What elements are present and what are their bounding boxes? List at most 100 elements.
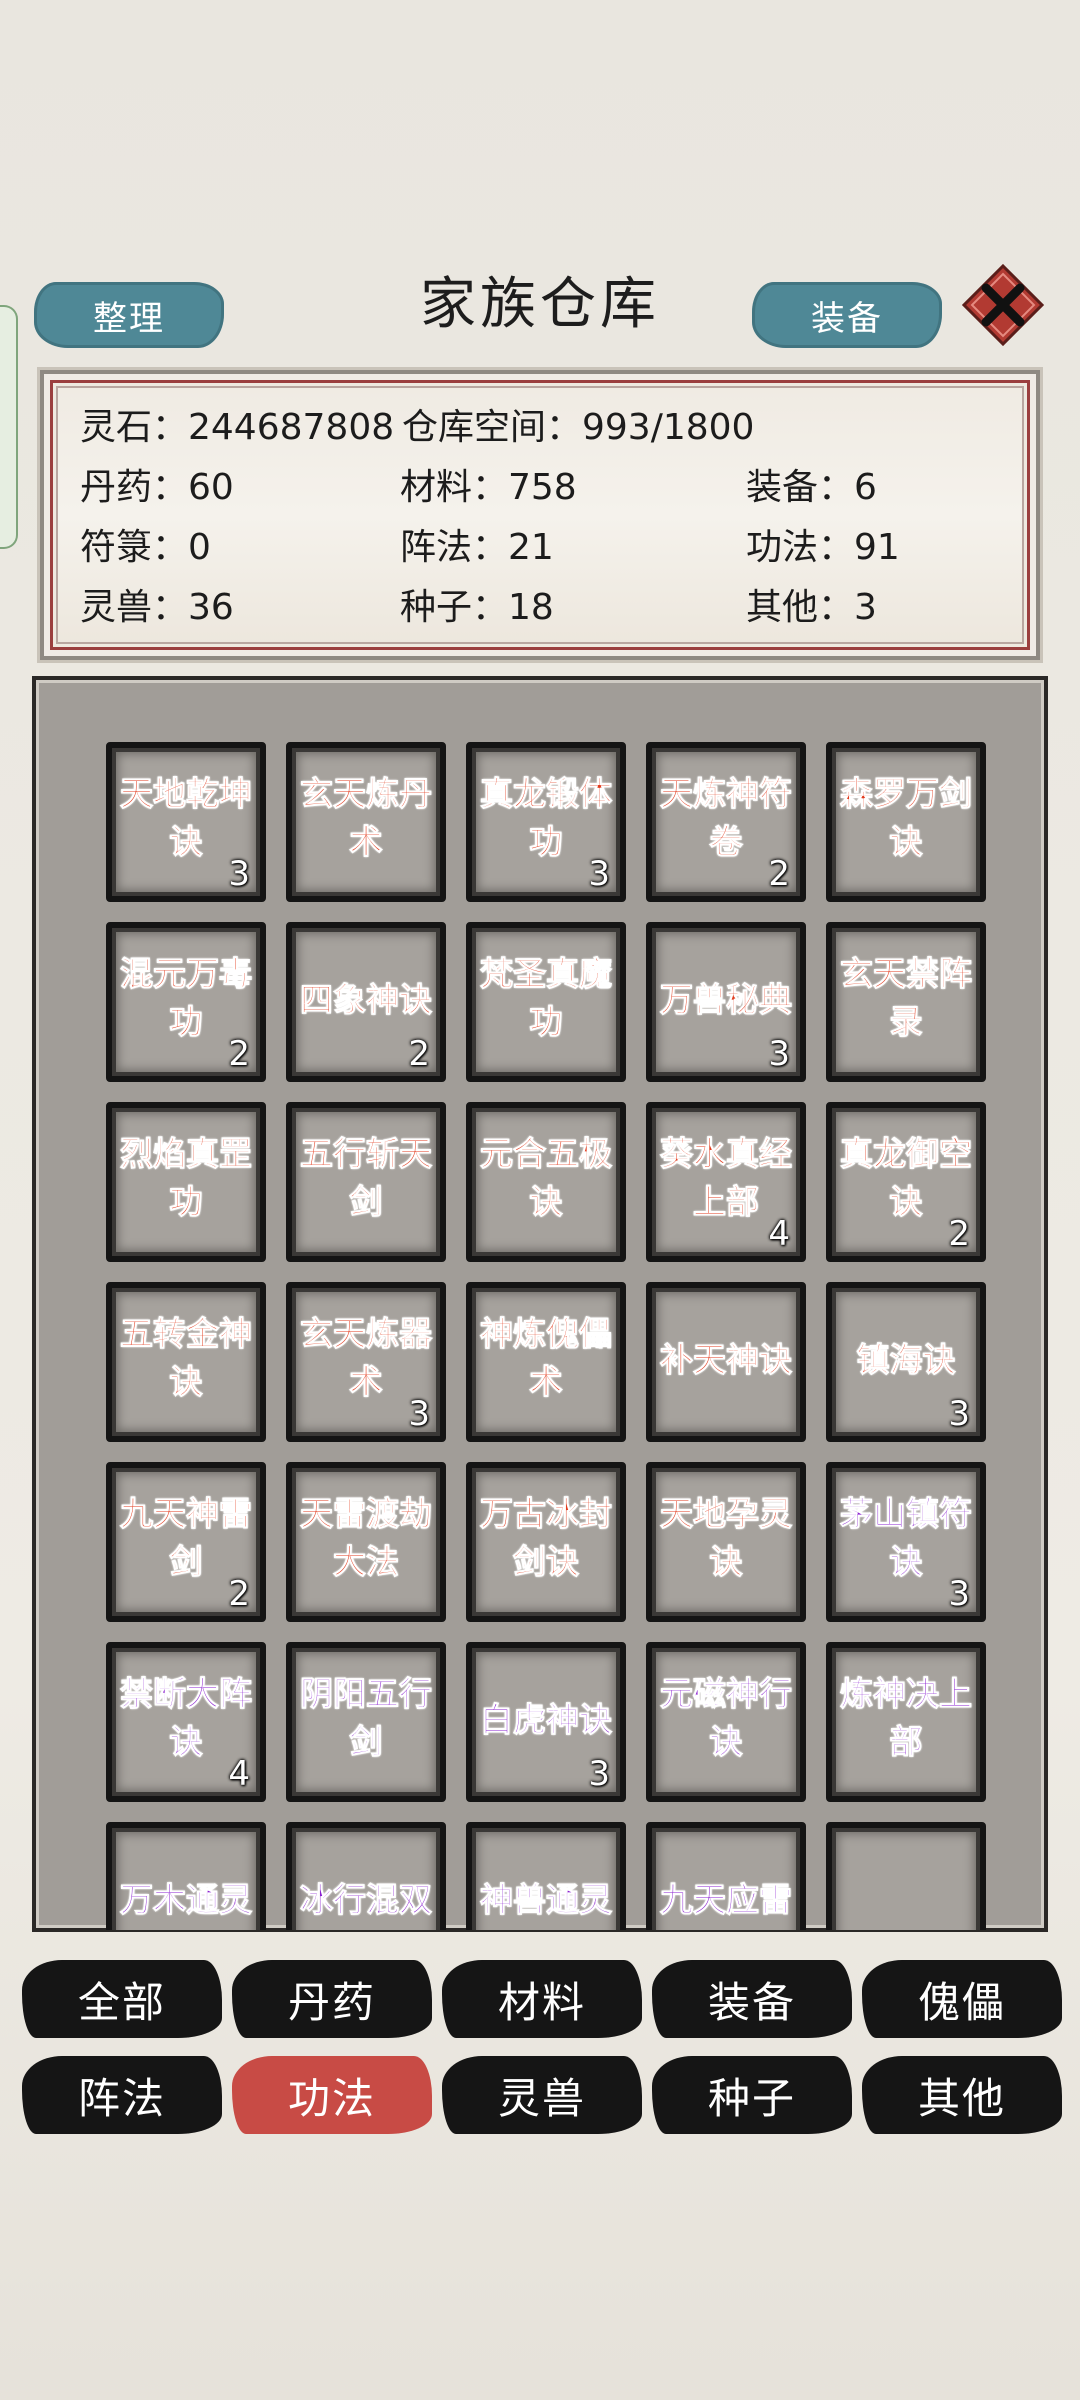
side-drawer-tab[interactable] — [0, 305, 18, 549]
item-slot[interactable]: 四象神诀 2 — [286, 922, 446, 1082]
item-slot[interactable]: 混元万毒功 2 — [106, 922, 266, 1082]
item-name-line: 天雷渡劫 — [300, 1494, 433, 1534]
item-name-line: 剑 — [349, 1182, 383, 1222]
item-name-line: 混元万毒 — [120, 954, 253, 994]
item-slot[interactable]: 茅山镇符诀 3 — [826, 1462, 986, 1622]
item-slot[interactable]: 葵水真经 上部 4 — [646, 1102, 806, 1262]
item-slot[interactable]: 元合五极诀 — [466, 1102, 626, 1262]
category-tab[interactable]: 功法 — [232, 2056, 432, 2134]
item-name: 真龙锻体功 — [472, 770, 620, 866]
item-slot[interactable]: 元磁神行诀 — [646, 1642, 806, 1802]
item-name: 万木通灵 — [120, 1880, 253, 1920]
warehouse-stats-panel: 灵石：244687808 仓库空间：993/1800 丹药：60 材料：758 … — [40, 370, 1040, 660]
item-slot[interactable]: 梵圣真魔功 — [466, 922, 626, 1082]
item-slot[interactable]: 玄天炼丹术 — [286, 742, 446, 902]
item-slot[interactable]: 万兽秘典 3 — [646, 922, 806, 1082]
item-slot[interactable]: 镇海诀 3 — [826, 1282, 986, 1442]
item-slot[interactable]: 天地乾坤诀 3 — [106, 742, 266, 902]
item-name-line: 术 — [349, 822, 383, 862]
item-slot[interactable]: 烈焰真罡功 — [106, 1102, 266, 1262]
item-name-line: 葵水真经 — [660, 1134, 793, 1174]
item-slot[interactable]: 五转金神诀 — [106, 1282, 266, 1442]
seeds-stat: 种子：18 — [400, 587, 554, 628]
item-grid[interactable]: 天地乾坤诀 3 玄天炼丹术真龙锻体功 3 天炼神符卷 2 森罗万剑诀混元万毒功 2 四象神诀 2 梵… — [96, 740, 1016, 1930]
item-slot[interactable]: 万古冰封 剑诀 — [466, 1462, 626, 1622]
item-name-line: 五转金神 — [120, 1314, 253, 1354]
category-tab[interactable]: 全部 — [22, 1960, 222, 2038]
sort-button[interactable]: 整理 — [34, 282, 224, 348]
item-name-line: 诀 — [889, 822, 923, 862]
item-slot[interactable]: 天雷渡劫 大法 — [286, 1462, 446, 1622]
item-name: 冰行混双 — [300, 1880, 433, 1920]
item-count: 3 — [768, 1034, 790, 1074]
item-name: 万兽秘典 — [660, 980, 793, 1020]
category-tab[interactable]: 装备 — [652, 1960, 852, 2038]
page-title: 家族仓库 — [420, 272, 660, 337]
item-slot[interactable]: 神炼傀儡术 — [466, 1282, 626, 1442]
item-name-line: 功 — [529, 1002, 563, 1042]
item-name: 神兽通灵 — [480, 1880, 613, 1920]
item-name-line: 五行斩天 — [300, 1134, 433, 1174]
item-name-line: 录 — [889, 1002, 923, 1042]
formations-stat: 阵法：21 — [400, 527, 554, 568]
category-tab[interactable]: 阵法 — [22, 2056, 222, 2134]
item-slot[interactable]: 白虎神诀 3 — [466, 1642, 626, 1802]
item-slot[interactable]: 天炼神符卷 2 — [646, 742, 806, 902]
item-slot[interactable]: 炼神决上部 — [826, 1642, 986, 1802]
item-name: 万古冰封 剑诀 — [472, 1490, 620, 1586]
category-tab[interactable]: 丹药 — [232, 1960, 432, 2038]
item-name-line: 元磁神行 — [660, 1674, 793, 1714]
item-name: 真龙御空诀 — [832, 1130, 980, 1226]
item-slot[interactable]: 五行斩天剑 — [286, 1102, 446, 1262]
item-name-line: 烈焰真罡 — [120, 1134, 253, 1174]
close-button[interactable] — [961, 263, 1045, 347]
item-name-line: 禁断大阵 — [120, 1674, 253, 1714]
category-tab[interactable]: 傀儡 — [862, 1960, 1062, 2038]
item-slot[interactable]: 玄天炼器术 3 — [286, 1282, 446, 1442]
item-slot[interactable]: 九天神雷剑 2 — [106, 1462, 266, 1622]
item-slot[interactable]: 森罗万剑诀 — [826, 742, 986, 902]
category-tab[interactable]: 材料 — [442, 1960, 642, 2038]
item-name: 五转金神诀 — [112, 1310, 260, 1406]
item-name-line: 神炼傀儡 — [480, 1314, 613, 1354]
others-stat: 其他：3 — [746, 587, 877, 628]
item-grid-frame: 天地乾坤诀 3 玄天炼丹术真龙锻体功 3 天炼神符卷 2 森罗万剑诀混元万毒功 2 四象神诀 2 梵… — [32, 676, 1048, 1932]
item-count: 3 — [588, 1754, 610, 1794]
item-slot[interactable] — [826, 1822, 986, 1930]
item-name: 混元万毒功 — [112, 950, 260, 1046]
item-slot[interactable]: 阴阳五行剑 — [286, 1642, 446, 1802]
category-tab[interactable]: 种子 — [652, 2056, 852, 2134]
category-tab[interactable]: 其他 — [862, 2056, 1062, 2134]
item-count: 2 — [228, 1574, 250, 1614]
category-tab[interactable]: 灵兽 — [442, 2056, 642, 2134]
item-name-line: 万古冰封 — [480, 1494, 613, 1534]
item-name: 四象神诀 — [300, 980, 433, 1020]
item-name: 天雷渡劫 大法 — [292, 1490, 440, 1586]
item-name-line: 玄天炼器 — [300, 1314, 433, 1354]
item-name: 梵圣真魔功 — [472, 950, 620, 1046]
item-name-line: 术 — [529, 1362, 563, 1402]
item-name-line: 功 — [169, 1182, 203, 1222]
item-name-line: 部 — [889, 1722, 923, 1762]
item-slot[interactable]: 禁断大阵诀 4 — [106, 1642, 266, 1802]
item-slot[interactable]: 九天应雷 — [646, 1822, 806, 1930]
equip-button[interactable]: 装备 — [752, 282, 942, 348]
techniques-stat: 功法：91 — [746, 527, 900, 568]
item-slot[interactable]: 真龙锻体功 3 — [466, 742, 626, 902]
item-name: 补天神诀 — [660, 1340, 793, 1380]
item-count: 2 — [228, 1034, 250, 1074]
item-slot[interactable]: 补天神诀 — [646, 1282, 806, 1442]
item-name-line: 炼神决上 — [840, 1674, 973, 1714]
item-slot[interactable]: 神兽通灵 — [466, 1822, 626, 1930]
item-name: 茅山镇符诀 — [832, 1490, 980, 1586]
item-count: 2 — [408, 1034, 430, 1074]
item-slot[interactable]: 真龙御空诀 2 — [826, 1102, 986, 1262]
item-name: 禁断大阵诀 — [112, 1670, 260, 1766]
item-name-line: 玄天禁阵 — [840, 954, 973, 994]
item-name: 五行斩天剑 — [292, 1130, 440, 1226]
item-slot[interactable]: 玄天禁阵录 — [826, 922, 986, 1082]
item-name: 镇海诀 — [856, 1340, 956, 1380]
item-slot[interactable]: 万木通灵 — [106, 1822, 266, 1930]
item-slot[interactable]: 天地孕灵诀 — [646, 1462, 806, 1622]
item-slot[interactable]: 冰行混双 — [286, 1822, 446, 1930]
